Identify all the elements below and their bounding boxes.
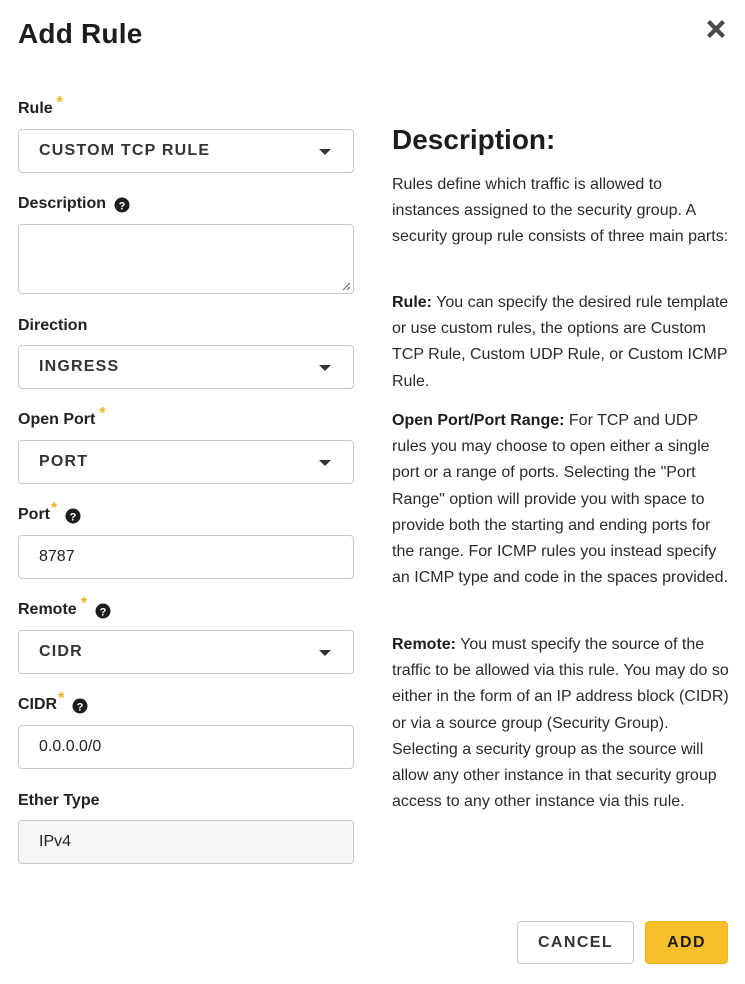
description-port-paragraph: Open Port/Port Range: For TCP and UDP ru… (392, 408, 732, 591)
svg-text:?: ? (100, 606, 107, 618)
port-input[interactable]: 8787 (18, 535, 354, 579)
remote-select[interactable]: CIDR (18, 630, 354, 674)
open-port-label: Open Port * (18, 405, 106, 429)
required-marker: * (99, 405, 106, 422)
chevron-down-icon (319, 650, 331, 656)
port-label: Port * ? (18, 500, 81, 524)
rule-label: Rule * (18, 94, 63, 118)
close-icon (707, 20, 725, 38)
direction-label: Direction (18, 317, 88, 334)
open-port-select[interactable]: PORT (18, 440, 354, 484)
svg-text:?: ? (70, 511, 77, 523)
required-marker: * (58, 690, 65, 707)
port-text: For TCP and UDP rules you may choose to … (392, 412, 728, 587)
close-button[interactable] (703, 16, 729, 42)
description-label: Description ? (18, 195, 130, 213)
required-marker: * (51, 500, 58, 517)
remote-heading: Remote: (392, 636, 457, 653)
cancel-button[interactable]: CANCEL (517, 921, 634, 964)
svg-text:?: ? (119, 200, 126, 212)
rule-text: You can specify the desired rule templat… (392, 294, 729, 390)
remote-select-value: CIDR (39, 643, 83, 660)
rule-heading: Rule: (392, 294, 432, 311)
remote-text: You must specify the source of the traff… (392, 636, 729, 811)
help-icon[interactable]: ? (72, 698, 88, 714)
chevron-down-icon (319, 365, 331, 371)
resize-handle-icon[interactable] (341, 281, 351, 291)
direction-select-value: INGRESS (39, 358, 120, 375)
ether-type-label: Ether Type (18, 792, 100, 809)
rule-select-value: CUSTOM TCP RULE (39, 142, 211, 159)
svg-text:?: ? (77, 701, 84, 713)
modal-title: Add Rule (18, 18, 143, 49)
description-rule-paragraph: Rule: You can specify the desired rule t… (392, 290, 732, 395)
required-marker: * (56, 94, 63, 111)
ether-type-input: IPv4 (18, 820, 354, 864)
direction-select[interactable]: INGRESS (18, 345, 354, 389)
add-rule-modal: Add Rule Rule * CUSTOM TCP RULE Descript… (0, 0, 745, 984)
description-remote-paragraph: Remote: You must specify the source of t… (392, 632, 732, 815)
description-textarea[interactable] (18, 224, 354, 294)
description-intro: Rules define which traffic is allowed to… (392, 176, 729, 246)
help-icon[interactable]: ? (65, 508, 81, 524)
cidr-input[interactable]: 0.0.0.0/0 (18, 725, 354, 769)
cidr-label: CIDR * ? (18, 690, 88, 714)
add-button[interactable]: ADD (645, 921, 728, 964)
port-heading: Open Port/Port Range: (392, 412, 565, 429)
help-icon[interactable]: ? (114, 197, 130, 213)
help-icon[interactable]: ? (95, 603, 111, 619)
description-panel-title: Description: (392, 124, 556, 155)
open-port-select-value: PORT (39, 453, 89, 470)
remote-label: Remote * ? (18, 595, 111, 619)
chevron-down-icon (319, 460, 331, 466)
required-marker: * (80, 595, 87, 612)
chevron-down-icon (319, 149, 331, 155)
rule-select[interactable]: CUSTOM TCP RULE (18, 129, 354, 173)
